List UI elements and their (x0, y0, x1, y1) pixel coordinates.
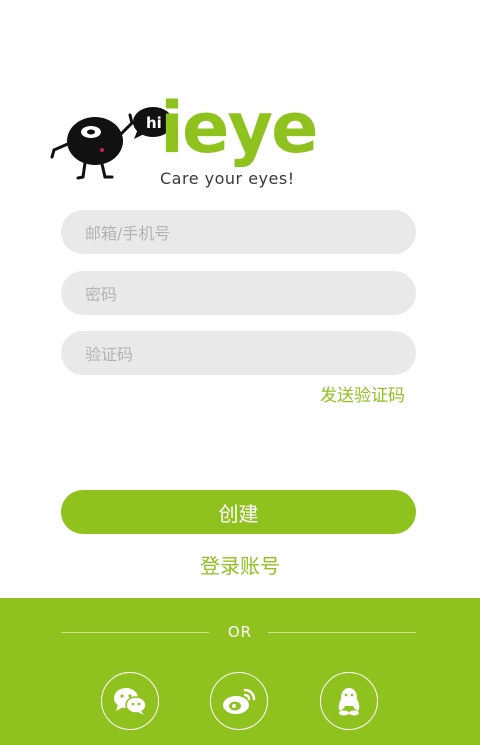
account-input[interactable]: 邮箱/手机号 (61, 210, 416, 254)
mascot-icon: hi (50, 107, 173, 180)
verification-code-placeholder: 验证码 (85, 345, 134, 364)
account-input-placeholder: 邮箱/手机号 (85, 224, 171, 243)
wechat-login-button[interactable] (101, 672, 159, 730)
wechat-icon (114, 688, 147, 715)
social-login-panel: OR (0, 598, 480, 745)
brand-tagline: Care your eyes! (160, 169, 295, 188)
send-code-link[interactable]: 发送验证码 (320, 381, 405, 406)
create-button[interactable]: 创建 (61, 490, 416, 534)
register-screen: hi ieye Care your eyes! 邮箱/手机号 密码 验证码 发送… (0, 0, 480, 745)
brand-wordmark: ieye (160, 87, 319, 169)
verification-code-input[interactable]: 验证码 (61, 331, 416, 375)
create-button-label: 创建 (218, 501, 259, 526)
password-input-placeholder: 密码 (85, 285, 118, 304)
weibo-icon (223, 688, 256, 714)
divider-right (268, 632, 416, 633)
password-input[interactable]: 密码 (61, 271, 416, 315)
app-logo: hi ieye Care your eyes! (50, 93, 350, 195)
qq-login-button[interactable] (320, 672, 378, 730)
login-account-link[interactable]: 登录账号 (0, 550, 480, 579)
weibo-login-button[interactable] (210, 672, 268, 730)
qq-icon (338, 688, 360, 716)
